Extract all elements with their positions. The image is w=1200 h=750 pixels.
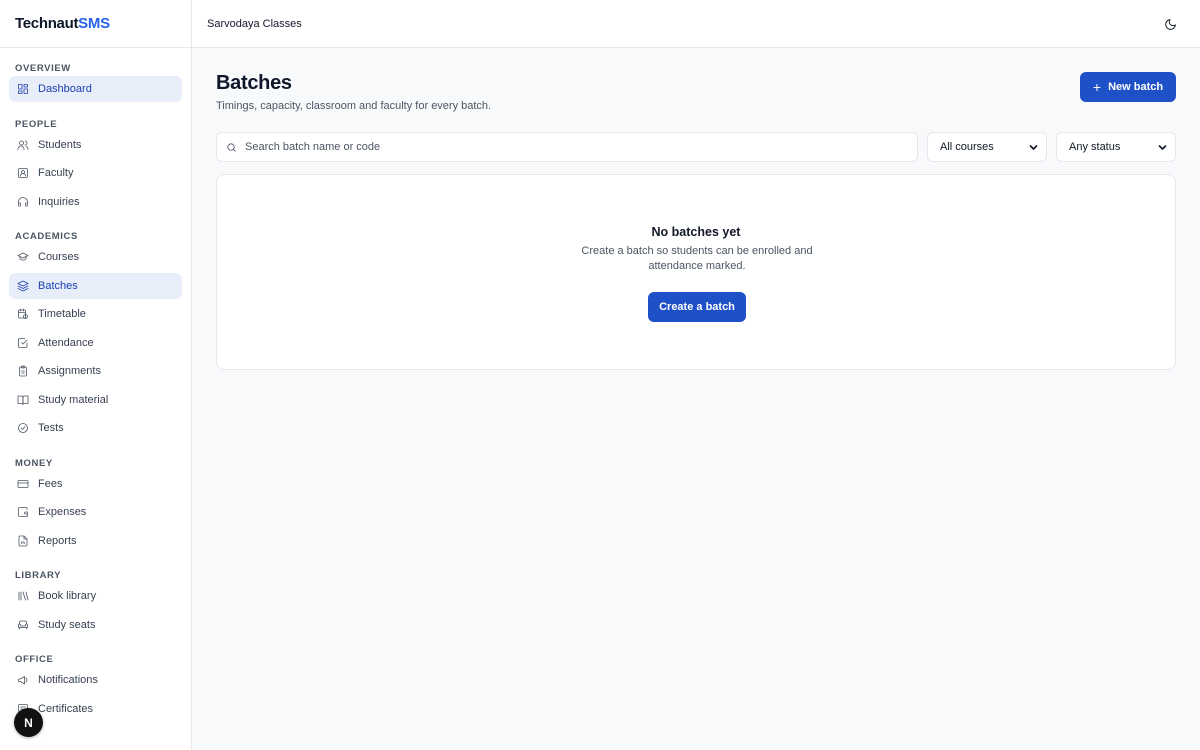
search-box bbox=[216, 132, 918, 162]
status-filter-value: Any status bbox=[1069, 141, 1121, 153]
sidebar-section-label: OVERVIEW bbox=[15, 63, 71, 74]
sidebar-item-tests[interactable]: Tests bbox=[9, 415, 182, 441]
create-batch-button[interactable]: Create a batch bbox=[648, 292, 746, 322]
brand-accent: SMS bbox=[78, 15, 110, 32]
layers-icon bbox=[17, 280, 29, 292]
sidebar-item-inquiries[interactable]: Inquiries bbox=[9, 189, 182, 215]
sidebar-item-label: Notifications bbox=[38, 674, 98, 686]
headset-icon bbox=[17, 196, 29, 208]
sidebar-section-label: LIBRARY bbox=[15, 570, 62, 581]
sidebar-item-label: Dashboard bbox=[38, 83, 92, 95]
sidebar-item-courses[interactable]: Courses bbox=[9, 244, 182, 270]
chevron-down-icon bbox=[1158, 143, 1167, 152]
sidebar-item-label: Expenses bbox=[38, 506, 87, 518]
page-title: Batches bbox=[216, 72, 292, 94]
sidebar-section-label: OFFICE bbox=[15, 654, 54, 665]
book-open-icon bbox=[17, 394, 29, 406]
sidebar-item-faculty[interactable]: Faculty bbox=[9, 160, 182, 186]
wallet-icon bbox=[17, 506, 29, 518]
brand-logo[interactable]: Technaut SMS bbox=[0, 0, 191, 48]
sidebar-item-label: Study material bbox=[38, 393, 109, 406]
new-batch-label: New batch bbox=[1108, 81, 1164, 93]
check-square-icon bbox=[17, 337, 29, 349]
search-icon bbox=[226, 142, 245, 153]
id-card-icon bbox=[17, 167, 29, 179]
sidebar-item-attendance[interactable]: Attendance bbox=[9, 330, 182, 356]
sidebar-item-label: Courses bbox=[38, 251, 79, 263]
chevron-down-icon bbox=[1029, 143, 1038, 152]
sidebar-item-label: Batches bbox=[38, 279, 78, 292]
sidebar-item-label: Tests bbox=[38, 422, 64, 434]
sidebar-item-dashboard[interactable]: Dashboard bbox=[9, 76, 182, 102]
sidebar-item-book-library[interactable]: Book library bbox=[9, 583, 182, 609]
sidebar-item-students[interactable]: Students bbox=[9, 132, 182, 158]
sidebar-item-label: Certificates bbox=[38, 702, 94, 715]
sidebar-item-label: Students bbox=[38, 138, 82, 151]
clipboard-icon bbox=[17, 365, 29, 377]
sidebar-section-label: ACADEMICS bbox=[15, 231, 78, 242]
credit-card-icon bbox=[17, 478, 29, 490]
sidebar-item-label: Reports bbox=[38, 534, 77, 547]
plus-icon: + bbox=[1092, 79, 1102, 95]
sidebar-item-label: Inquiries bbox=[38, 195, 80, 208]
moon-icon bbox=[1164, 18, 1177, 31]
course-filter-select[interactable]: All courses bbox=[927, 132, 1047, 162]
sidebar-item-timetable[interactable]: Timetable bbox=[9, 301, 182, 327]
file-chart-icon bbox=[17, 535, 29, 547]
graduation-cap-icon bbox=[17, 251, 29, 263]
calendar-clock-icon bbox=[17, 308, 29, 320]
sidebar: Technaut SMS OVERVIEW Dashboard PEOPLE Stude… bbox=[0, 0, 192, 750]
sidebar-item-notifications[interactable]: Notifications bbox=[9, 667, 182, 693]
sidebar-section-label: PEOPLE bbox=[15, 118, 58, 130]
sidebar-item-label: Timetable bbox=[38, 308, 86, 320]
sidebar-item-fees[interactable]: Fees bbox=[9, 471, 182, 497]
sidebar-item-label: Book library bbox=[38, 590, 97, 602]
sidebar-item-label: Attendance bbox=[38, 336, 94, 349]
sidebar-item-reports[interactable]: Reports bbox=[9, 528, 182, 554]
sidebar-item-batches[interactable]: Batches bbox=[9, 272, 182, 299]
brand-name: Technaut bbox=[15, 15, 79, 32]
theme-toggle-button[interactable] bbox=[1162, 16, 1178, 32]
org-name: Sarvodaya Classes bbox=[207, 17, 302, 30]
sidebar-item-label: Fees bbox=[38, 477, 63, 490]
status-filter-select[interactable]: Any status bbox=[1056, 132, 1176, 162]
armchair-icon bbox=[17, 619, 29, 631]
empty-state-description: Create a batch so students can be enroll… bbox=[581, 245, 813, 272]
dashboard-icon bbox=[17, 83, 29, 95]
library-icon bbox=[17, 590, 29, 602]
new-batch-button[interactable]: + New batch bbox=[1080, 72, 1176, 102]
topbar: Sarvodaya Classes bbox=[192, 0, 1200, 48]
sidebar-item-study-seats[interactable]: Study seats bbox=[9, 612, 182, 638]
users-icon bbox=[17, 139, 29, 151]
sidebar-item-label: Study seats bbox=[38, 618, 96, 631]
empty-state-card: No batches yet Create a batch so student… bbox=[216, 174, 1176, 370]
search-input[interactable] bbox=[245, 141, 865, 153]
sidebar-item-assignments[interactable]: Assignments bbox=[9, 358, 182, 384]
empty-state-title: No batches yet bbox=[651, 225, 741, 239]
sidebar-nav: OVERVIEW Dashboard PEOPLE Students Faculty In… bbox=[0, 48, 191, 722]
sidebar-item-label: Assignments bbox=[38, 365, 101, 377]
check-circle-icon bbox=[17, 422, 29, 434]
sidebar-item-expenses[interactable]: Expenses bbox=[9, 499, 182, 525]
course-filter-value: All courses bbox=[940, 141, 994, 153]
next-devtools-button[interactable]: N bbox=[14, 708, 43, 737]
sidebar-item-label: Faculty bbox=[38, 167, 74, 179]
sidebar-section-label: MONEY bbox=[15, 457, 53, 469]
page-subtitle: Timings, capacity, classroom and faculty… bbox=[216, 100, 492, 112]
sidebar-item-study-material[interactable]: Study material bbox=[9, 387, 182, 413]
megaphone-icon bbox=[17, 674, 29, 686]
